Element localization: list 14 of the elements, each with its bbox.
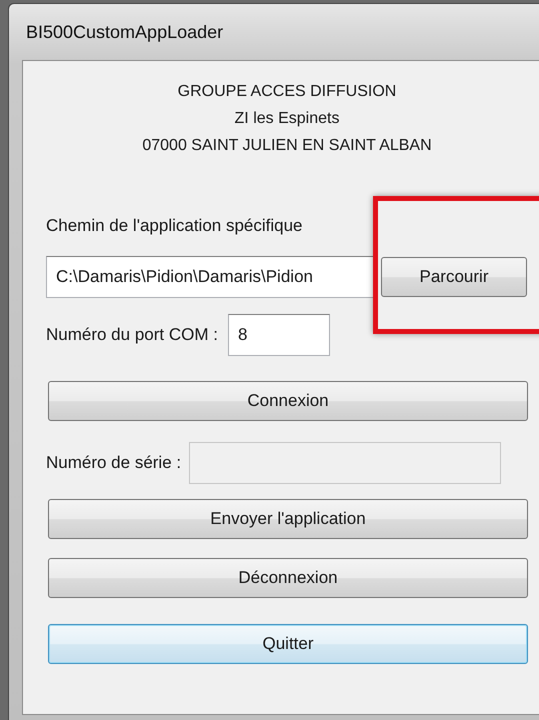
com-port-label: Numéro du port COM : <box>46 325 218 345</box>
action-button[interactable]: Quitter <box>48 624 528 664</box>
action-button[interactable]: Connexion <box>48 381 528 421</box>
browse-button[interactable]: Parcourir <box>381 257 527 297</box>
window-title: BI500CustomAppLoader <box>26 22 224 42</box>
address-line: GROUPE ACCES DIFFUSION <box>178 82 396 102</box>
serial-label: Numéro de série : <box>46 453 182 473</box>
address-line: 07000 SAINT JULIEN EN SAINT ALBAN <box>142 136 432 156</box>
com-port-field[interactable]: 8 <box>228 314 330 356</box>
address-line: ZI les Espinets <box>234 109 340 129</box>
path-field[interactable]: C:\Damaris\Pidion\Damaris\Pidion <box>46 256 374 298</box>
path-label: Chemin de l'application spécifique <box>46 215 304 237</box>
action-button[interactable]: Déconnexion <box>48 558 528 598</box>
action-button[interactable]: Envoyer l'application <box>48 499 528 539</box>
